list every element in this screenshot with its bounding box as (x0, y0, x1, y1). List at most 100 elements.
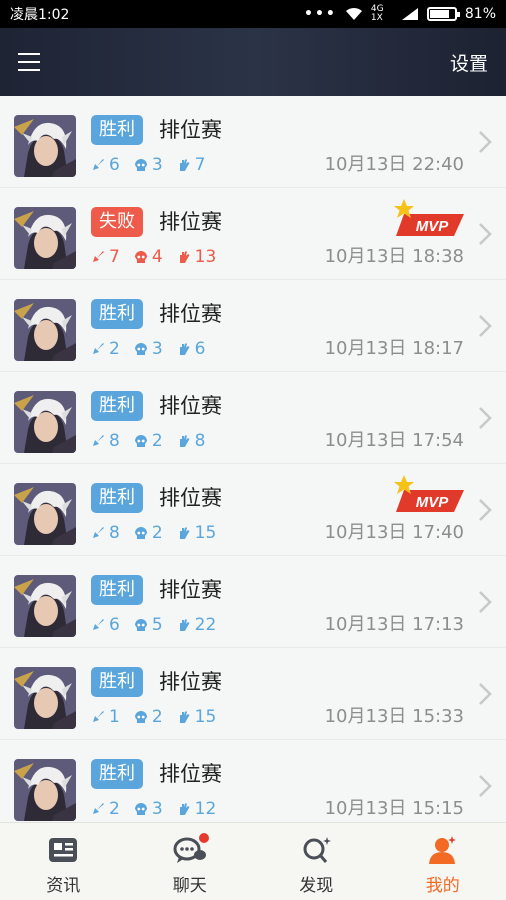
kills-stat: 6 (91, 614, 120, 636)
kill-icon (93, 159, 104, 170)
match-mode: 排位赛 (159, 578, 222, 602)
kill-icon (93, 343, 104, 354)
kda-stats: 8 2 8 (91, 430, 205, 452)
kda-stats: 6 3 7 (91, 154, 205, 176)
assists-stat: 6 (177, 338, 205, 360)
assists-value: 7 (194, 155, 206, 175)
match-mode: 排位赛 (159, 302, 222, 326)
deaths-stat: 3 (134, 798, 163, 820)
result-badge: 失败 (91, 207, 143, 237)
assists-value: 13 (194, 247, 217, 267)
result-badge: 胜利 (91, 391, 143, 421)
result-badge: 胜利 (91, 299, 143, 329)
assist-hand-icon (179, 159, 190, 171)
death-skull-icon (134, 711, 147, 723)
mvp-label: MVP (416, 218, 450, 235)
deaths-stat: 2 (134, 430, 163, 452)
match-row[interactable]: 胜利 排位赛 6 3 7 10月13日 22:40 (0, 96, 506, 188)
death-skull-icon (134, 803, 147, 815)
match-datetime: 10月13日 17:40 (324, 522, 464, 543)
chevron-right-icon (479, 775, 492, 797)
tab-profile[interactable]: 我的 (380, 823, 506, 900)
assist-hand-icon (179, 435, 190, 447)
tab-label: 聊天 (172, 876, 207, 896)
match-datetime: 10月13日 18:38 (324, 246, 464, 267)
tab-discover[interactable]: 发现 (253, 823, 380, 900)
hero-avatar (14, 759, 76, 821)
hero-avatar (14, 299, 76, 361)
kill-icon (93, 251, 104, 262)
assists-value: 15 (194, 523, 217, 543)
result-badge: 胜利 (91, 759, 143, 789)
match-row[interactable]: 胜利 排位赛 8 2 8 10月13日 17:54 (0, 372, 506, 464)
death-skull-icon (134, 251, 147, 263)
assists-stat: 7 (177, 154, 206, 176)
chat-icon (173, 833, 209, 865)
kills-stat: 1 (91, 706, 120, 728)
kills-value: 2 (109, 339, 120, 359)
assists-value: 15 (194, 707, 217, 727)
kills-stat: 2 (91, 798, 120, 820)
status-bar: 凌晨1:02 ••• 4G 1X 81% (0, 0, 506, 28)
tab-label: 我的 (425, 876, 460, 896)
network-type: 4G 1X (370, 4, 384, 23)
match-row[interactable]: 胜利 排位赛 2 3 12 10月13日 15:15 (0, 740, 506, 822)
deaths-value: 3 (151, 799, 163, 819)
match-datetime: 10月13日 18:17 (324, 338, 464, 359)
assist-hand-icon (179, 619, 190, 631)
menu-icon[interactable] (18, 53, 40, 71)
match-row[interactable]: 胜利 排位赛 2 3 6 10月13日 18:17 (0, 280, 506, 372)
chevron-right-icon (479, 131, 492, 153)
chevron-right-icon (479, 223, 492, 245)
match-datetime: 10月13日 17:54 (324, 430, 464, 451)
match-row[interactable]: 胜利 排位赛 1 2 15 10月13日 15:33 (0, 648, 506, 740)
kills-stat: 6 (91, 154, 120, 176)
assists-stat: 15 (177, 522, 217, 544)
deaths-stat: 2 (134, 706, 163, 728)
assists-stat: 22 (177, 614, 216, 636)
status-time: 凌晨1:02 (10, 7, 70, 23)
hero-avatar (14, 575, 76, 637)
kill-icon (93, 435, 104, 446)
kills-stat: 8 (91, 430, 120, 452)
kills-value: 2 (109, 799, 120, 819)
match-datetime: 10月13日 17:13 (324, 614, 464, 635)
match-row[interactable]: 胜利 排位赛 8 2 15 10月13日 17:40 MVP (0, 464, 506, 556)
kda-stats: 2 3 6 (91, 338, 205, 360)
tab-chat[interactable]: 聊天 (127, 823, 254, 900)
assist-hand-icon (179, 251, 190, 263)
kda-stats: 6 5 22 (91, 614, 216, 636)
settings-button[interactable]: 设置 (450, 49, 488, 76)
deaths-value: 4 (151, 247, 163, 267)
tab-news[interactable]: 资讯 (0, 823, 127, 900)
discover-icon (299, 835, 333, 865)
assists-value: 12 (194, 799, 217, 819)
match-mode: 排位赛 (159, 118, 222, 142)
profile-icon (426, 835, 460, 865)
kill-icon (93, 619, 104, 630)
news-icon (46, 835, 80, 865)
kills-value: 8 (109, 523, 120, 543)
tab-label: 资讯 (46, 876, 81, 896)
match-datetime: 10月13日 15:15 (324, 798, 464, 819)
death-skull-icon (134, 619, 147, 631)
kills-stat: 8 (91, 522, 120, 544)
assists-stat: 8 (177, 430, 205, 452)
kill-icon (93, 527, 104, 538)
deaths-value: 5 (151, 615, 163, 635)
chevron-right-icon (479, 499, 492, 521)
assists-stat: 13 (177, 246, 217, 268)
assists-stat: 15 (177, 706, 217, 728)
kills-value: 8 (109, 431, 120, 451)
kda-stats: 8 2 15 (91, 522, 216, 544)
match-mode: 排位赛 (159, 670, 222, 694)
match-row[interactable]: 失败 排位赛 7 4 13 10月13日 18:38 MVP (0, 188, 506, 280)
deaths-value: 2 (151, 523, 163, 543)
deaths-stat: 3 (134, 338, 163, 360)
kill-icon (93, 803, 104, 814)
deaths-stat: 5 (134, 614, 163, 636)
result-badge: 胜利 (91, 575, 143, 605)
match-mode: 排位赛 (159, 210, 222, 234)
death-skull-icon (134, 435, 147, 447)
match-row[interactable]: 胜利 排位赛 6 5 22 10月13日 17:13 (0, 556, 506, 648)
